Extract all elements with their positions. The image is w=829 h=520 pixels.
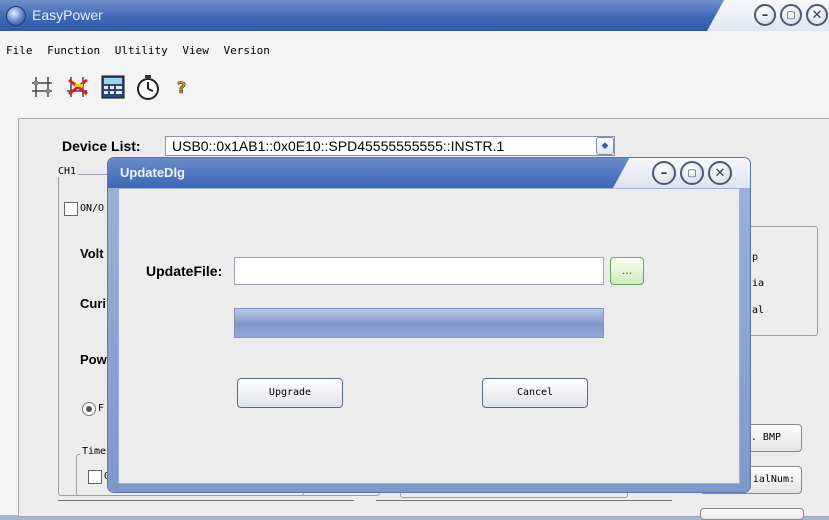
dialog-minimize-button[interactable]: – bbox=[652, 161, 676, 185]
disconnect-icon[interactable] bbox=[65, 74, 91, 100]
close-icon: ✕ bbox=[714, 165, 726, 181]
radio-button[interactable] bbox=[82, 402, 96, 416]
dialog-titlebar[interactable]: UpdateDlg – ▢ ✕ bbox=[108, 158, 750, 188]
minimize-icon: – bbox=[761, 7, 769, 23]
update-file-input[interactable] bbox=[234, 257, 604, 285]
right-item-3: al bbox=[752, 305, 765, 316]
toolbar: ? bbox=[30, 74, 200, 100]
browse-button[interactable]: ... bbox=[610, 257, 644, 285]
divider bbox=[58, 500, 354, 501]
upgrade-progress-bar bbox=[234, 308, 604, 338]
current-label: Curi bbox=[80, 296, 106, 311]
right-item-2: ia bbox=[752, 278, 765, 289]
maximize-icon: ▢ bbox=[786, 9, 796, 21]
maximize-button[interactable]: ▢ bbox=[780, 4, 802, 26]
main-window: EasyPower – ▢ ✕ File Function Ultility V… bbox=[0, 0, 829, 520]
device-list-label: Device List: bbox=[62, 138, 141, 154]
menu-function[interactable]: Function bbox=[47, 44, 100, 57]
minimize-button[interactable]: – bbox=[754, 4, 776, 26]
menu-view[interactable]: View bbox=[182, 44, 209, 57]
help-icon[interactable]: ? bbox=[170, 74, 196, 100]
maximize-icon: ▢ bbox=[687, 167, 697, 179]
right-item-1: p bbox=[752, 252, 759, 263]
cancel-button[interactable]: Cancel bbox=[482, 378, 588, 408]
ch1-onoff-checkbox[interactable] bbox=[64, 202, 78, 216]
device-list-select[interactable]: USB0::0x1AB1::0x0E10::SPD45555555555::IN… bbox=[165, 136, 615, 156]
radio-label: F bbox=[98, 403, 105, 414]
menu-version[interactable]: Version bbox=[223, 44, 269, 57]
minimize-icon: – bbox=[660, 165, 668, 181]
upgrade-button[interactable]: Upgrade bbox=[237, 378, 343, 408]
dialog-title: UpdateDlg bbox=[120, 165, 185, 180]
ch1-onoff-label: ON/O bbox=[80, 203, 105, 214]
connect-icon[interactable] bbox=[30, 74, 56, 100]
app-logo-icon bbox=[6, 6, 26, 26]
menu-utility[interactable]: Ultility bbox=[115, 44, 168, 57]
close-button[interactable]: ✕ bbox=[806, 4, 828, 26]
dialog-maximize-button[interactable]: ▢ bbox=[680, 161, 704, 185]
close-icon: ✕ bbox=[811, 7, 823, 23]
menu-bar: File Function Ultility View Version bbox=[0, 44, 829, 62]
calculator-icon[interactable] bbox=[100, 74, 126, 100]
dialog-close-button[interactable]: ✕ bbox=[708, 161, 732, 185]
update-file-label: UpdateFile: bbox=[146, 263, 223, 279]
voltage-label: Volt bbox=[80, 246, 104, 261]
power-label: Pow bbox=[80, 352, 107, 367]
menu-file[interactable]: File bbox=[6, 44, 33, 57]
main-titlebar[interactable]: EasyPower – ▢ ✕ bbox=[0, 0, 829, 31]
app-title: EasyPower bbox=[32, 7, 103, 23]
svg-text:?: ? bbox=[177, 78, 186, 97]
ch1-group-title: CH1 bbox=[56, 166, 79, 177]
timer-icon[interactable] bbox=[135, 74, 161, 100]
lower-button[interactable] bbox=[700, 508, 804, 520]
timer-group-title: Time bbox=[80, 446, 109, 457]
radio-dot-icon bbox=[86, 406, 92, 412]
timer-checkbox[interactable] bbox=[88, 470, 102, 484]
divider bbox=[376, 500, 672, 501]
dropdown-arrow-icon[interactable]: ◆ bbox=[596, 137, 614, 155]
